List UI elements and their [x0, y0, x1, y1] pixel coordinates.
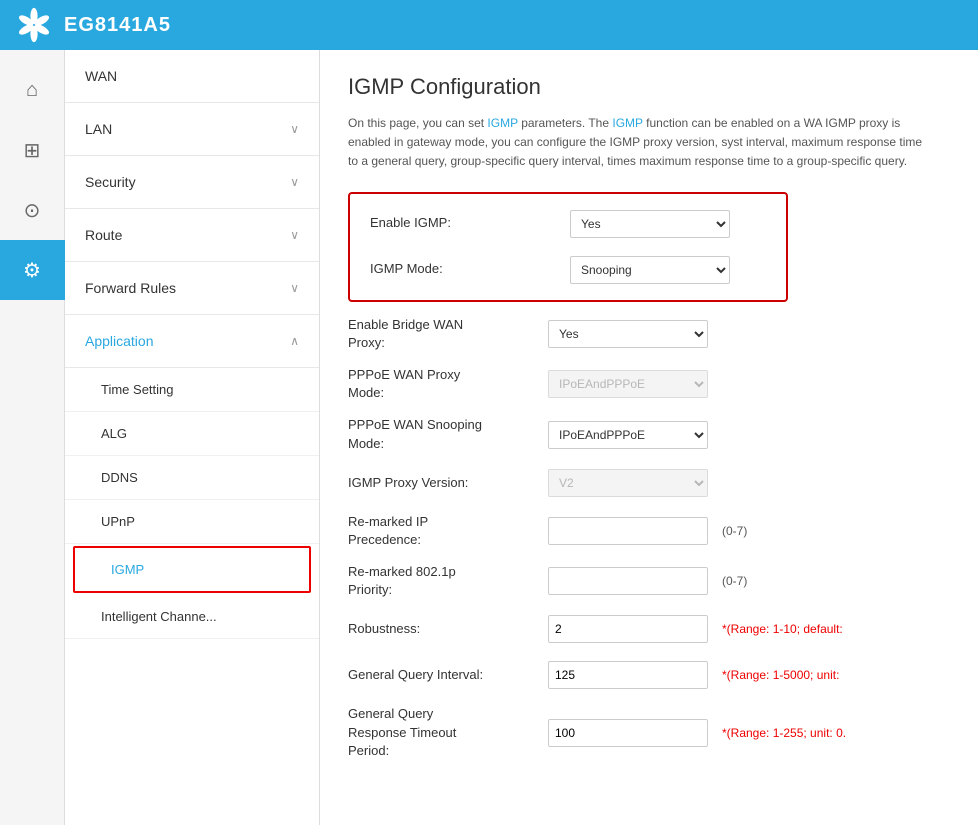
- sidebar-item-application-label: Application: [85, 333, 154, 349]
- sidebar-item-security[interactable]: Security ∨: [65, 156, 319, 209]
- main-layout: ⌂ ⊞ ⊙ ⚙ WAN LAN ∨ Security ∨ Route ∨ For…: [0, 50, 978, 825]
- form-row-general-query-interval: General Query Interval: *(Range: 1-5000;…: [348, 659, 950, 691]
- label-remarked-8021p: Re-marked 802.1pPriority:: [348, 563, 548, 599]
- chevron-down-icon: ∨: [290, 122, 299, 136]
- form-row-pppoe-snooping-mode: PPPoE WAN SnoopingMode: IPoEAndPPPoE PPP…: [348, 416, 950, 452]
- control-igmp-mode: Snooping Proxy: [570, 256, 730, 284]
- form-row-pppoe-proxy-mode: PPPoE WAN ProxyMode: IPoEAndPPPoE: [348, 366, 950, 402]
- sidebar-item-route-label: Route: [85, 227, 122, 243]
- igmp-highlight-box: Enable IGMP: Yes No IGMP Mode: Snooping: [348, 192, 788, 302]
- sidebar-sub-item-igmp-label: IGMP: [111, 562, 144, 577]
- control-pppoe-proxy-mode: IPoEAndPPPoE: [548, 370, 708, 398]
- select-igmp-proxy-version[interactable]: V2 V3: [548, 469, 708, 497]
- sidebar-sub-item-intelligent-channel-label: Intelligent Channe...: [101, 609, 217, 624]
- sidebar-item-application[interactable]: Application ∧: [65, 315, 319, 368]
- hint-general-query-interval: *(Range: 1-5000; unit:: [722, 668, 839, 682]
- sidebar-item-wan[interactable]: WAN: [65, 50, 319, 103]
- brand-title: EG8141A5: [64, 14, 171, 37]
- form-row-enable-igmp: Enable IGMP: Yes No: [370, 208, 766, 240]
- sidebar-item-lan-label: LAN: [85, 121, 112, 137]
- igmp-link: IGMP: [487, 116, 517, 130]
- app-header: EG8141A5: [0, 0, 978, 50]
- main-content: IGMP Configuration On this page, you can…: [320, 50, 978, 825]
- select-igmp-mode[interactable]: Snooping Proxy: [570, 256, 730, 284]
- sidebar-item-lan[interactable]: LAN ∨: [65, 103, 319, 156]
- sidebar-icon-clock[interactable]: ⊙: [0, 180, 65, 240]
- sidebar-sub-item-igmp[interactable]: IGMP: [73, 546, 311, 593]
- label-enable-igmp: Enable IGMP:: [370, 214, 570, 232]
- input-remarked-ip[interactable]: [548, 517, 708, 545]
- sidebar-sub-item-upnp-label: UPnP: [101, 514, 135, 529]
- input-general-query-interval[interactable]: [548, 661, 708, 689]
- form-row-bridge-wan-proxy: Enable Bridge WANProxy: Yes No: [348, 316, 950, 352]
- form-row-remarked-8021p: Re-marked 802.1pPriority: (0-7): [348, 563, 950, 599]
- sidebar-sub-item-alg-label: ALG: [101, 426, 127, 441]
- input-general-query-response[interactable]: [548, 719, 708, 747]
- sidebar-nav: WAN LAN ∨ Security ∨ Route ∨ Forward Rul…: [65, 50, 320, 825]
- sidebar-icons: ⌂ ⊞ ⊙ ⚙: [0, 50, 65, 825]
- hint-robustness: *(Range: 1-10; default:: [722, 622, 843, 636]
- control-pppoe-snooping-mode: IPoEAndPPPoE PPPoE IPoE: [548, 421, 708, 449]
- control-remarked-ip: (0-7): [548, 517, 747, 545]
- form-row-robustness: Robustness: *(Range: 1-10; default:: [348, 613, 950, 645]
- sidebar-icon-gear[interactable]: ⚙: [0, 240, 65, 300]
- sidebar-item-forward-rules-label: Forward Rules: [85, 280, 176, 296]
- label-igmp-proxy-version: IGMP Proxy Version:: [348, 474, 548, 492]
- label-bridge-wan-proxy: Enable Bridge WANProxy:: [348, 316, 548, 352]
- sidebar-sub-item-ddns[interactable]: DDNS: [65, 456, 319, 500]
- hint-remarked-ip: (0-7): [722, 524, 747, 538]
- control-igmp-proxy-version: V2 V3: [548, 469, 708, 497]
- select-pppoe-snooping-mode[interactable]: IPoEAndPPPoE PPPoE IPoE: [548, 421, 708, 449]
- label-igmp-mode: IGMP Mode:: [370, 260, 570, 278]
- sidebar-icon-home[interactable]: ⌂: [0, 60, 65, 120]
- label-remarked-ip: Re-marked IPPrecedence:: [348, 513, 548, 549]
- control-general-query-interval: *(Range: 1-5000; unit:: [548, 661, 839, 689]
- label-pppoe-proxy-mode: PPPoE WAN ProxyMode:: [348, 366, 548, 402]
- sidebar-sub-item-upnp[interactable]: UPnP: [65, 500, 319, 544]
- hint-remarked-8021p: (0-7): [722, 574, 747, 588]
- input-remarked-8021p[interactable]: [548, 567, 708, 595]
- page-description: On this page, you can set IGMP parameter…: [348, 114, 928, 172]
- control-bridge-wan-proxy: Yes No: [548, 320, 708, 348]
- select-enable-igmp[interactable]: Yes No: [570, 210, 730, 238]
- chevron-down-icon: ∨: [290, 228, 299, 242]
- select-bridge-wan-proxy[interactable]: Yes No: [548, 320, 708, 348]
- sidebar-item-security-label: Security: [85, 174, 136, 190]
- form-row-igmp-proxy-version: IGMP Proxy Version: V2 V3: [348, 467, 950, 499]
- page-title: IGMP Configuration: [348, 74, 950, 100]
- label-pppoe-snooping-mode: PPPoE WAN SnoopingMode:: [348, 416, 548, 452]
- sidebar-sub-item-ddns-label: DDNS: [101, 470, 138, 485]
- sidebar-sub-item-time-setting[interactable]: Time Setting: [65, 368, 319, 412]
- form-row-igmp-mode: IGMP Mode: Snooping Proxy: [370, 254, 766, 286]
- chevron-up-icon: ∧: [290, 334, 299, 348]
- sidebar-item-forward-rules[interactable]: Forward Rules ∨: [65, 262, 319, 315]
- sidebar-sub-item-alg[interactable]: ALG: [65, 412, 319, 456]
- label-general-query-interval: General Query Interval:: [348, 666, 548, 684]
- chevron-down-icon: ∨: [290, 281, 299, 295]
- sidebar-sub-item-time-setting-label: Time Setting: [101, 382, 174, 397]
- control-enable-igmp: Yes No: [570, 210, 730, 238]
- form-section: Enable IGMP: Yes No IGMP Mode: Snooping: [348, 192, 950, 760]
- label-general-query-response: General QueryResponse TimeoutPeriod:: [348, 705, 548, 760]
- label-robustness: Robustness:: [348, 620, 548, 638]
- hint-general-query-response: *(Range: 1-255; unit: 0.: [722, 726, 846, 740]
- igmp-link2: IGMP: [612, 116, 642, 130]
- input-robustness[interactable]: [548, 615, 708, 643]
- form-row-general-query-response: General QueryResponse TimeoutPeriod: *(R…: [348, 705, 950, 760]
- control-general-query-response: *(Range: 1-255; unit: 0.: [548, 719, 846, 747]
- sidebar-item-route[interactable]: Route ∨: [65, 209, 319, 262]
- control-remarked-8021p: (0-7): [548, 567, 747, 595]
- form-row-remarked-ip: Re-marked IPPrecedence: (0-7): [348, 513, 950, 549]
- chevron-down-icon: ∨: [290, 175, 299, 189]
- sidebar-icon-security-plus[interactable]: ⊞: [0, 120, 65, 180]
- select-pppoe-proxy-mode[interactable]: IPoEAndPPPoE: [548, 370, 708, 398]
- control-robustness: *(Range: 1-10; default:: [548, 615, 843, 643]
- huawei-logo-icon: [16, 7, 52, 43]
- sidebar-item-wan-label: WAN: [85, 68, 117, 84]
- sidebar-sub-item-intelligent-channel[interactable]: Intelligent Channe...: [65, 595, 319, 639]
